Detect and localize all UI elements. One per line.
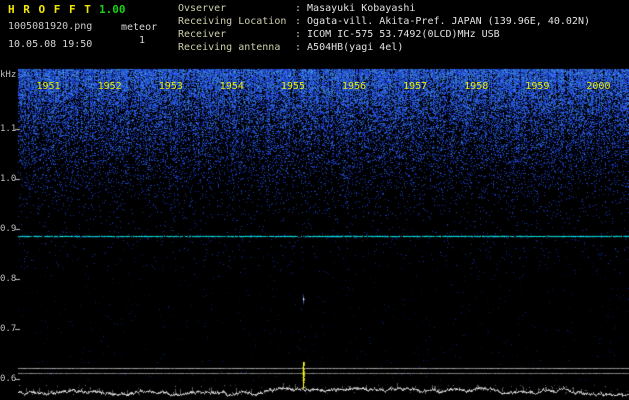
time-label: 1952 xyxy=(97,81,122,92)
freq-label: 1.1 xyxy=(0,124,17,134)
hrofft-screenshot: H R O F F T 1.00 1005081920.png meteor 1… xyxy=(0,0,629,400)
time-label: 1956 xyxy=(342,81,367,92)
info-row: Receiving Location: Ogata-vill. Akita-Pre… xyxy=(178,15,590,28)
info-colon: : xyxy=(295,42,302,53)
info-value: Ogata-vill. Akita-Pref. JAPAN (139.96E, … xyxy=(307,16,590,27)
freq-label: 0.6 xyxy=(0,374,17,384)
info-block: Ovserver: Masayuki Kobayashi Receiving Loc… xyxy=(178,2,590,54)
info-value: A504HB(yagi 4el) xyxy=(307,42,404,53)
freq-label: 1.0 xyxy=(0,174,17,184)
time-label: 1953 xyxy=(158,81,183,92)
time-label: 1957 xyxy=(403,81,428,92)
freq-label: 0.8 xyxy=(0,274,17,284)
spectrogram-canvas xyxy=(0,0,629,400)
info-colon: : xyxy=(295,16,302,27)
info-label: Ovserver xyxy=(178,3,227,14)
info-label: Receiving Location xyxy=(178,16,287,27)
app-version: 1.00 xyxy=(99,3,126,16)
record-datetime: 10.05.08 19:50 xyxy=(8,39,93,50)
info-row: Receiving antenna: A504HB(yagi 4el) xyxy=(178,41,590,54)
info-value: ICOM IC-575 53.7492(0LCD)MHz USB xyxy=(307,29,500,40)
time-label: 1951 xyxy=(36,81,61,92)
time-label: 1954 xyxy=(219,81,244,92)
freq-label: 0.7 xyxy=(0,324,17,334)
time-label: 1958 xyxy=(464,81,489,92)
info-colon: : xyxy=(295,29,302,40)
info-row: Receiver: ICOM IC-575 53.7492(0LCD)MHz US… xyxy=(178,28,590,41)
time-label: 1955 xyxy=(280,81,305,92)
freq-label: 0.9 xyxy=(0,224,17,234)
info-colon: : xyxy=(295,3,302,14)
info-row: Ovserver: Masayuki Kobayashi xyxy=(178,2,590,15)
time-label: 1959 xyxy=(525,81,550,92)
info-value: Masayuki Kobayashi xyxy=(307,3,416,14)
info-label: Receiving antenna xyxy=(178,42,281,53)
mode-label: meteor xyxy=(121,22,158,33)
output-filename: 1005081920.png xyxy=(8,21,93,32)
event-count: 1 xyxy=(139,35,146,46)
freq-unit-label: kHz xyxy=(0,70,17,80)
info-label: Receiver xyxy=(178,29,227,40)
app-title: H R O F F T xyxy=(8,3,92,16)
time-label: 2000 xyxy=(586,81,611,92)
